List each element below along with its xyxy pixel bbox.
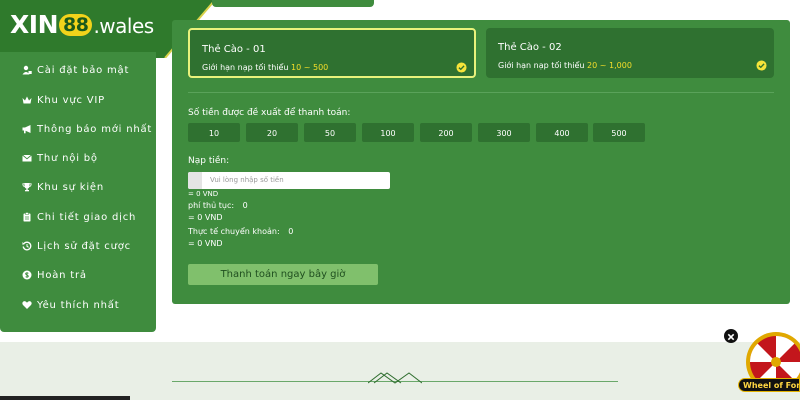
check-circle-icon [456, 62, 467, 73]
divider [188, 92, 774, 93]
trophy-icon [22, 183, 32, 192]
actual-converted: = 0 VND [188, 239, 223, 248]
heart-icon [22, 301, 32, 309]
history-icon [22, 241, 32, 251]
sidebar-item-security[interactable]: Cài đặt bảo mật [22, 63, 129, 77]
actual-row: Thực tế chuyển khoản: 0 [188, 227, 293, 236]
top-strip [212, 0, 374, 7]
megaphone-icon [22, 125, 31, 134]
amount-input[interactable] [202, 172, 390, 187]
amount-button-50[interactable]: 50 [304, 123, 356, 142]
pay-now-button[interactable]: Thanh toán ngay bây giờ [188, 264, 378, 285]
sidebar-item-news[interactable]: Thông báo mới nhất [22, 122, 152, 136]
logo-number: 88 [59, 14, 93, 36]
suggest-label: Số tiền được đề xuất để thanh toán: [188, 108, 351, 118]
deposit-label: Nạp tiền: [188, 156, 230, 166]
input-prefix [188, 172, 202, 189]
card-option-01[interactable]: Thẻ Cào - 01 Giới hạn nạp tối thiểu 10 ~… [188, 28, 476, 78]
sidebar-item-label: Thông báo mới nhất [37, 123, 153, 135]
card-limit: Giới hạn nạp tối thiểu 20 ~ 1,000 [498, 61, 632, 70]
sidebar-item-favorites[interactable]: Yêu thích nhất [22, 298, 119, 312]
sidebar-item-refund[interactable]: Hoàn trả [22, 268, 87, 282]
card-title: Thẻ Cào - 01 [202, 44, 266, 55]
user-lock-icon [22, 65, 32, 75]
clipboard-icon [23, 212, 31, 222]
sidebar-item-label: Khu sự kiện [37, 181, 104, 193]
amount-button-10[interactable]: 10 [188, 123, 240, 142]
sidebar-item-events[interactable]: Khu sự kiện [22, 180, 104, 194]
logo-domain: .wales [93, 14, 154, 38]
decorative-chevron-icon [368, 372, 422, 384]
converted-amount: = 0 VND [188, 190, 219, 198]
sidebar-item-label: Khu vực VIP [37, 94, 105, 106]
actual-label: Thực tế chuyển khoản: [188, 227, 280, 236]
card-limit-range: 10 ~ 500 [291, 63, 329, 72]
amount-button-100[interactable]: 100 [362, 123, 414, 142]
sidebar-item-label: Chi tiết giao dịch [37, 211, 137, 223]
amount-button-500[interactable]: 500 [593, 123, 645, 142]
card-title: Thẻ Cào - 02 [498, 42, 562, 53]
sidebar-item-label: Lịch sử đặt cược [37, 240, 131, 252]
fee-converted: = 0 VND [188, 213, 223, 222]
card-limit: Giới hạn nạp tối thiểu 10 ~ 500 [202, 63, 328, 72]
sidebar-item-vip[interactable]: Khu vực VIP [22, 93, 105, 107]
sidebar-item-label: Cài đặt bảo mật [37, 64, 130, 76]
sidebar-item-label: Thư nội bộ [37, 152, 98, 164]
actual-value: 0 [288, 227, 294, 236]
card-option-02[interactable]: Thẻ Cào - 02 Giới hạn nạp tối thiểu 20 ~… [486, 28, 774, 78]
dollar-circle-icon [22, 270, 32, 280]
check-circle-icon [756, 60, 767, 71]
logo-prefix: XIN [10, 10, 59, 39]
amount-button-300[interactable]: 300 [478, 123, 530, 142]
logo-text: XIN 88 .wales [10, 10, 154, 39]
card-limit-prefix: Giới hạn nạp tối thiểu [202, 63, 289, 72]
fee-value: 0 [242, 201, 248, 210]
amount-button-20[interactable]: 20 [246, 123, 298, 142]
sidebar-item-label: Hoàn trả [37, 269, 87, 281]
amount-input-group [188, 172, 390, 189]
sidebar: Cài đặt bảo mật Khu vực VIP Thông báo mớ… [0, 52, 156, 332]
amount-button-200[interactable]: 200 [420, 123, 472, 142]
footer-dark-strip [0, 396, 130, 400]
sidebar-item-label: Yêu thích nhất [37, 299, 120, 311]
wheel-label[interactable]: Wheel of Fortune [738, 378, 800, 392]
card-limit-prefix: Giới hạn nạp tối thiểu [498, 61, 585, 70]
envelope-icon [22, 154, 32, 162]
sidebar-item-transactions[interactable]: Chi tiết giao dịch [22, 210, 136, 224]
crown-icon [22, 96, 32, 104]
deposit-panel: Thẻ Cào - 01 Giới hạn nạp tối thiểu 10 ~… [172, 20, 790, 304]
fee-row: phí thủ tục: 0 [188, 201, 248, 210]
amount-button-400[interactable]: 400 [536, 123, 588, 142]
card-limit-range: 20 ~ 1,000 [587, 61, 632, 70]
sidebar-item-bet-history[interactable]: Lịch sử đặt cược [22, 239, 131, 253]
fee-label: phí thủ tục: [188, 201, 235, 210]
sidebar-item-mail[interactable]: Thư nội bộ [22, 151, 98, 165]
